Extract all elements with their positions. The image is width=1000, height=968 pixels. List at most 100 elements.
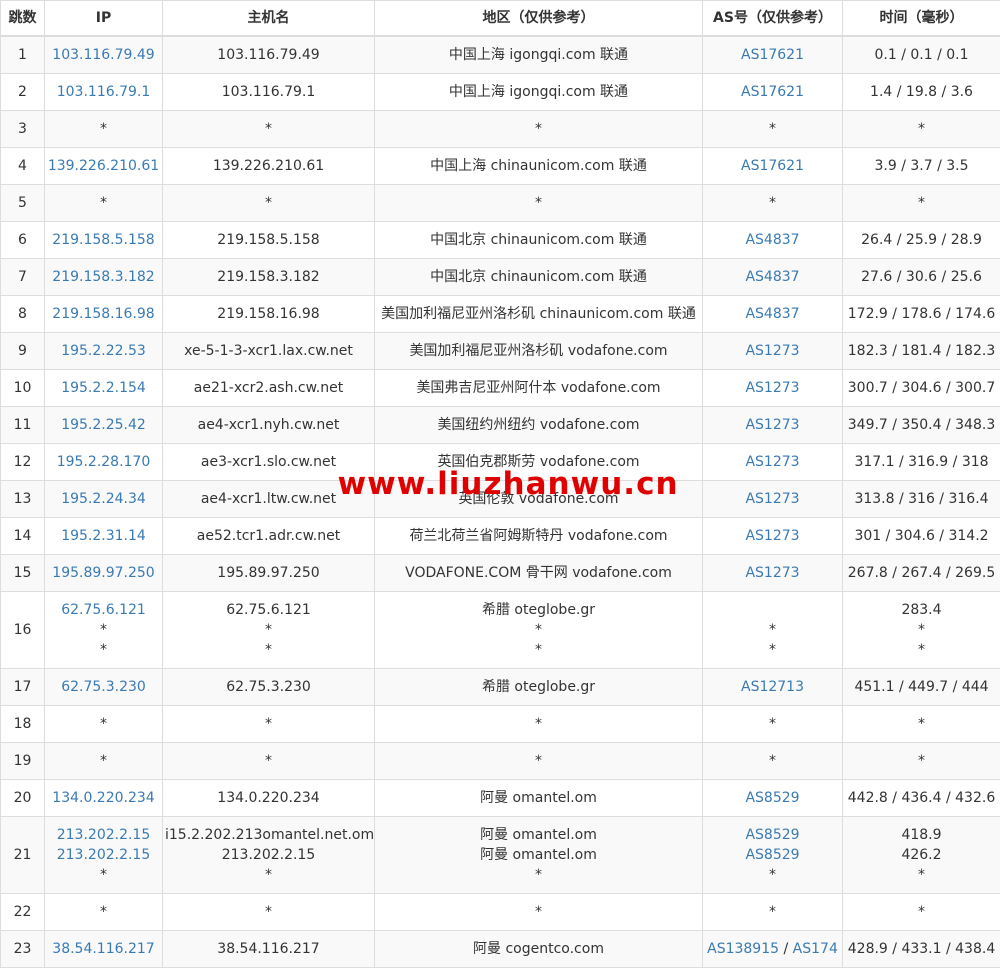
time-ms-text: 428.9 / 433.1 / 438.4 — [847, 941, 996, 957]
ip-link[interactable]: 134.0.220.234 — [47, 788, 160, 808]
as-line: AS1273 — [705, 489, 840, 509]
time-ms-cell: 0.1 / 0.1 / 0.1 — [842, 35, 1000, 74]
hostname-text: 219.158.16.98 — [217, 306, 320, 322]
ip-link[interactable]: 219.158.5.158 — [47, 230, 160, 250]
hop-number: 12 — [0, 443, 45, 481]
hostname-text: i15.2.202.213omantel.net.om — [165, 827, 375, 843]
hostname-text: * — [265, 716, 272, 732]
region-text: 希腊 oteglobe.gr — [481, 679, 596, 695]
table-row: 20 134.0.220.234 134.0.220.234 阿曼 omantel.o… — [0, 779, 1000, 817]
as-line: * — [705, 902, 840, 922]
ip-link[interactable]: 139.226.210.61 — [47, 156, 160, 176]
as-number-cell: AS17621 — [702, 147, 843, 185]
hostname-cell: 62.75.6.121 * * — [162, 591, 375, 669]
as-line: AS4837 — [705, 230, 840, 250]
region-cell: 希腊 oteglobe.gr — [374, 668, 703, 706]
hop-number: 23 — [0, 930, 45, 968]
ip-link[interactable]: 219.158.16.98 — [47, 304, 160, 324]
ip-text: * — [100, 195, 107, 211]
ip-link[interactable]: 195.2.25.42 — [47, 415, 160, 435]
as-line: * — [705, 640, 840, 660]
region-cell: 美国弗吉尼亚州阿什本 vodafone.com — [374, 369, 703, 407]
ip-link[interactable]: 219.158.3.182 — [47, 267, 160, 287]
hostname-cell: ae4-xcr1.ltw.cw.net — [162, 480, 375, 518]
as-number-cell: AS1273 — [702, 332, 843, 370]
hop-number: 15 — [0, 554, 45, 592]
hostname-text: ae21-xcr2.ash.cw.net — [193, 380, 344, 396]
hop-number: 3 — [0, 110, 45, 148]
ip-link[interactable]: 103.116.79.49 — [47, 45, 160, 65]
header-as-number: AS号（仅供参考） — [702, 0, 843, 37]
as-number-link[interactable]: AS12713 — [741, 679, 804, 695]
time-ms-text: 0.1 / 0.1 / 0.1 — [874, 47, 969, 63]
region-cell: * — [374, 705, 703, 743]
ip-link[interactable]: 213.202.2.15 — [47, 845, 160, 865]
region-cell: * — [374, 893, 703, 931]
table-row: 21 213.202.2.15 213.202.2.15 * i15.2.202.213… — [0, 816, 1000, 894]
as-number-link[interactable]: AS1273 — [745, 343, 799, 359]
ip-link[interactable]: 195.2.28.170 — [47, 452, 160, 472]
ip-link[interactable]: 195.2.31.14 — [47, 526, 160, 546]
as-number-text: * — [769, 195, 776, 211]
region-cell: 阿曼 cogentco.com — [374, 930, 703, 968]
as-number-link[interactable]: AS138915 — [707, 941, 779, 957]
ip-cell: 139.226.210.61 — [44, 147, 163, 185]
as-number-link[interactable]: AS4837 — [745, 269, 799, 285]
ip-link[interactable]: 62.75.6.121 — [47, 600, 160, 620]
hostname-text: ae52.tcr1.adr.cw.net — [196, 528, 341, 544]
time-ms-text: * — [918, 195, 925, 211]
hop-number: 2 — [0, 73, 45, 111]
as-number-cell: * — [702, 110, 843, 148]
as-number-link[interactable]: AS1273 — [745, 491, 799, 507]
as-number-cell: AS1273 — [702, 554, 843, 592]
as-number-text: * — [769, 904, 776, 920]
ip-cell: 103.116.79.49 — [44, 35, 163, 74]
as-number-link[interactable]: AS17621 — [741, 158, 804, 174]
as-number-link[interactable]: AS17621 — [741, 47, 804, 63]
region-text: * — [535, 753, 542, 769]
ip-link[interactable]: 195.2.24.34 — [47, 489, 160, 509]
ip-cell: 62.75.6.121 * * — [44, 591, 163, 669]
ip-text: * — [100, 622, 107, 638]
time-ms-text: 418.9 — [901, 827, 942, 843]
table-row: 7 219.158.3.182 219.158.3.182 中国北京 chinauni… — [0, 258, 1000, 296]
as-number-link[interactable]: AS174 — [793, 941, 838, 957]
as-number-link[interactable]: AS1273 — [745, 417, 799, 433]
region-text: 中国北京 chinaunicom.com 联通 — [430, 232, 647, 248]
ip-cell: 213.202.2.15 213.202.2.15 * — [44, 816, 163, 894]
hostname-text: 213.202.2.15 — [221, 847, 316, 863]
hop-number: 13 — [0, 480, 45, 518]
hostname-text: 219.158.3.182 — [217, 269, 320, 285]
as-number-link[interactable]: AS1273 — [745, 454, 799, 470]
ip-link[interactable]: 195.89.97.250 — [47, 563, 160, 583]
as-number-link[interactable]: AS4837 — [745, 306, 799, 322]
as-number-cell: AS1273 — [702, 480, 843, 518]
as-number-link[interactable]: AS1273 — [745, 528, 799, 544]
as-number-link[interactable]: AS17621 — [741, 84, 804, 100]
ip-link[interactable]: 62.75.3.230 — [47, 677, 160, 697]
as-number-link[interactable]: AS8529 — [745, 847, 799, 863]
time-ms-text: 300.7 / 304.6 / 300.7 — [847, 380, 996, 396]
region-text: 阿曼 omantel.om — [480, 847, 597, 863]
as-number-link[interactable]: AS1273 — [745, 565, 799, 581]
ip-text: * — [100, 867, 107, 883]
hop-number: 6 — [0, 221, 45, 259]
table-row: 19 * * * * * — [0, 742, 1000, 780]
as-number-link[interactable]: AS8529 — [745, 790, 799, 806]
table-row: 9 195.2.22.53 xe-5-1-3-xcr1.lax.cw.net 美国加利… — [0, 332, 1000, 370]
as-number-text: * — [769, 753, 776, 769]
ip-link[interactable]: 213.202.2.15 — [47, 825, 160, 845]
ip-link[interactable]: 195.2.22.53 — [47, 341, 160, 361]
ip-link[interactable]: 38.54.116.217 — [47, 939, 160, 959]
as-number-link[interactable]: AS1273 — [745, 380, 799, 396]
as-line: * — [705, 620, 840, 640]
header-hostname: 主机名 — [162, 0, 375, 37]
region-text: 中国上海 igongqi.com 联通 — [448, 47, 629, 63]
hostname-text: * — [265, 121, 272, 137]
table-row: 11 195.2.25.42 ae4-xcr1.nyh.cw.net 美国纽约州纽约 … — [0, 406, 1000, 444]
hostname-cell: 103.116.79.49 — [162, 35, 375, 74]
as-number-link[interactable]: AS4837 — [745, 232, 799, 248]
as-number-link[interactable]: AS8529 — [745, 827, 799, 843]
ip-link[interactable]: 195.2.2.154 — [47, 378, 160, 398]
ip-link[interactable]: 103.116.79.1 — [47, 82, 160, 102]
